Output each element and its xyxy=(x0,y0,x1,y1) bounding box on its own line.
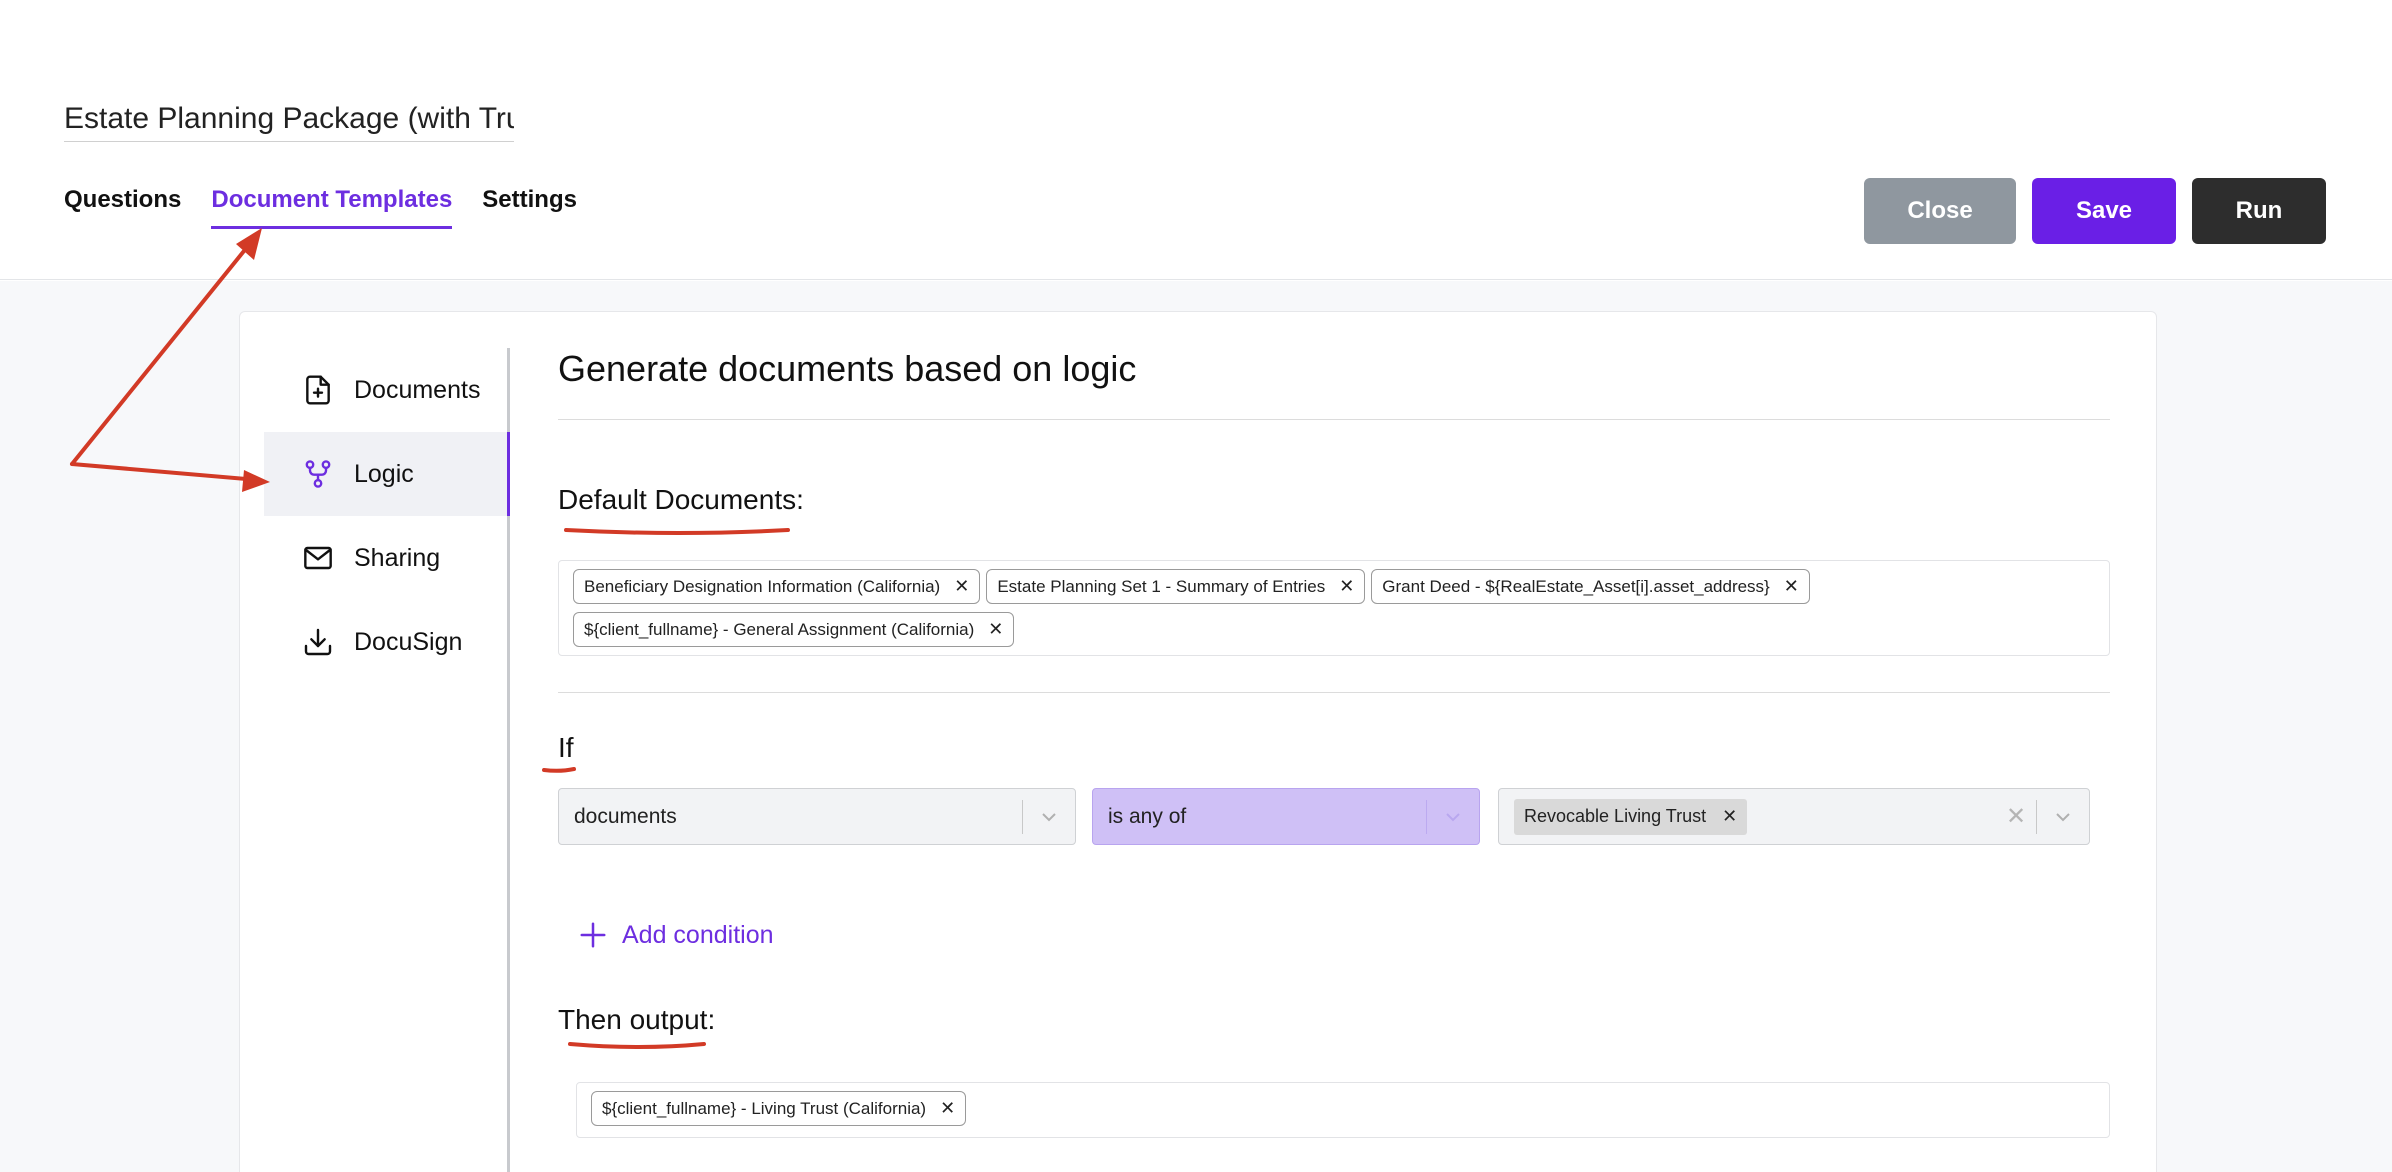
sidebar-item-label: Documents xyxy=(354,375,481,404)
document-chip: Grant Deed - ${RealEstate_Asset[i].asset… xyxy=(1371,569,1810,604)
default-documents-label: Default Documents: xyxy=(558,484,804,515)
page-body: Documents Logic Sharing DocuSign Generat… xyxy=(0,281,2392,1172)
document-chip: ${client_fullname} - Living Trust (Calif… xyxy=(591,1091,967,1126)
sidebar-item-label: Sharing xyxy=(354,543,441,572)
close-button[interactable]: Close xyxy=(1864,178,2016,244)
chip-label: ${client_fullname} - Living Trust (Calif… xyxy=(602,1098,927,1118)
document-chip: Beneficiary Designation Information (Cal… xyxy=(573,569,981,604)
sidebar-item-label: Logic xyxy=(354,459,414,488)
clear-icon[interactable]: ✕ xyxy=(1996,802,2036,831)
chip-label: Estate Planning Set 1 - Summary of Entri… xyxy=(997,576,1326,596)
package-title-input[interactable] xyxy=(64,96,514,142)
remove-chip-icon[interactable]: ✕ xyxy=(1784,576,1799,597)
file-plus-icon xyxy=(306,375,330,405)
plus-icon xyxy=(580,922,606,948)
content-card: Documents Logic Sharing DocuSign Generat… xyxy=(239,311,2157,1172)
chip-label: Beneficiary Designation Information (Cal… xyxy=(584,576,941,596)
condition-field-value: documents xyxy=(574,804,677,828)
remove-chip-icon[interactable]: ✕ xyxy=(1339,576,1354,597)
condition-operator-select[interactable]: is any of xyxy=(1092,788,1480,845)
header: Questions Document Templates Settings Cl… xyxy=(0,0,2392,280)
remove-tag-icon[interactable]: ✕ xyxy=(1722,806,1737,827)
sidebar-item-docusign[interactable]: DocuSign xyxy=(264,600,507,684)
tab-bar: Questions Document Templates Settings xyxy=(64,186,577,229)
header-actions: Close Save Run xyxy=(1864,178,2326,244)
chip-label: ${client_fullname} - General Assignment … xyxy=(584,619,975,639)
document-chip: Estate Planning Set 1 - Summary of Entri… xyxy=(986,569,1366,604)
chevron-down-icon[interactable] xyxy=(1023,807,1075,827)
condition-field-select[interactable]: documents xyxy=(558,788,1076,845)
chevron-down-icon[interactable] xyxy=(1427,807,1479,827)
run-button[interactable]: Run xyxy=(2192,178,2326,244)
remove-chip-icon[interactable]: ✕ xyxy=(940,1098,955,1119)
condition-value-select[interactable]: Revocable Living Trust ✕ ✕ xyxy=(1498,788,2090,845)
sidebar-item-sharing[interactable]: Sharing xyxy=(264,516,507,600)
add-condition-button[interactable]: Add condition xyxy=(578,920,774,950)
remove-chip-icon[interactable]: ✕ xyxy=(988,619,1003,640)
sidebar-nav: Documents Logic Sharing DocuSign xyxy=(264,348,510,1172)
envelope-icon xyxy=(304,546,332,570)
output-documents-select[interactable]: ${client_fullname} - Living Trust (Calif… xyxy=(576,1082,2110,1138)
divider xyxy=(558,692,2110,693)
condition-operator-value: is any of xyxy=(1108,804,1187,828)
page-title: Generate documents based on logic xyxy=(558,348,1137,389)
chevron-down-icon[interactable] xyxy=(2037,807,2089,827)
remove-chip-icon[interactable]: ✕ xyxy=(954,576,969,597)
branch-icon xyxy=(305,460,331,488)
divider xyxy=(558,419,2110,420)
then-output-label: Then output: xyxy=(558,1004,716,1035)
default-documents-select[interactable]: Beneficiary Designation Information (Cal… xyxy=(558,560,2110,656)
sidebar-item-logic[interactable]: Logic xyxy=(264,432,510,516)
add-condition-label: Add condition xyxy=(622,920,774,949)
chip-label: Grant Deed - ${RealEstate_Asset[i].asset… xyxy=(1382,576,1770,596)
sidebar-item-documents[interactable]: Documents xyxy=(264,348,507,432)
document-chip: ${client_fullname} - General Assignment … xyxy=(573,612,1015,647)
value-tag: Revocable Living Trust ✕ xyxy=(1514,798,1748,835)
save-button[interactable]: Save xyxy=(2032,178,2176,244)
value-tag-label: Revocable Living Trust xyxy=(1524,806,1707,826)
tab-document-templates[interactable]: Document Templates xyxy=(211,186,453,229)
download-icon xyxy=(304,628,332,656)
if-label: If xyxy=(558,732,574,763)
condition-value-tags: Revocable Living Trust ✕ xyxy=(1499,798,1996,835)
tab-questions[interactable]: Questions xyxy=(64,186,181,229)
sidebar-item-label: DocuSign xyxy=(354,627,463,656)
tab-settings[interactable]: Settings xyxy=(482,186,577,229)
